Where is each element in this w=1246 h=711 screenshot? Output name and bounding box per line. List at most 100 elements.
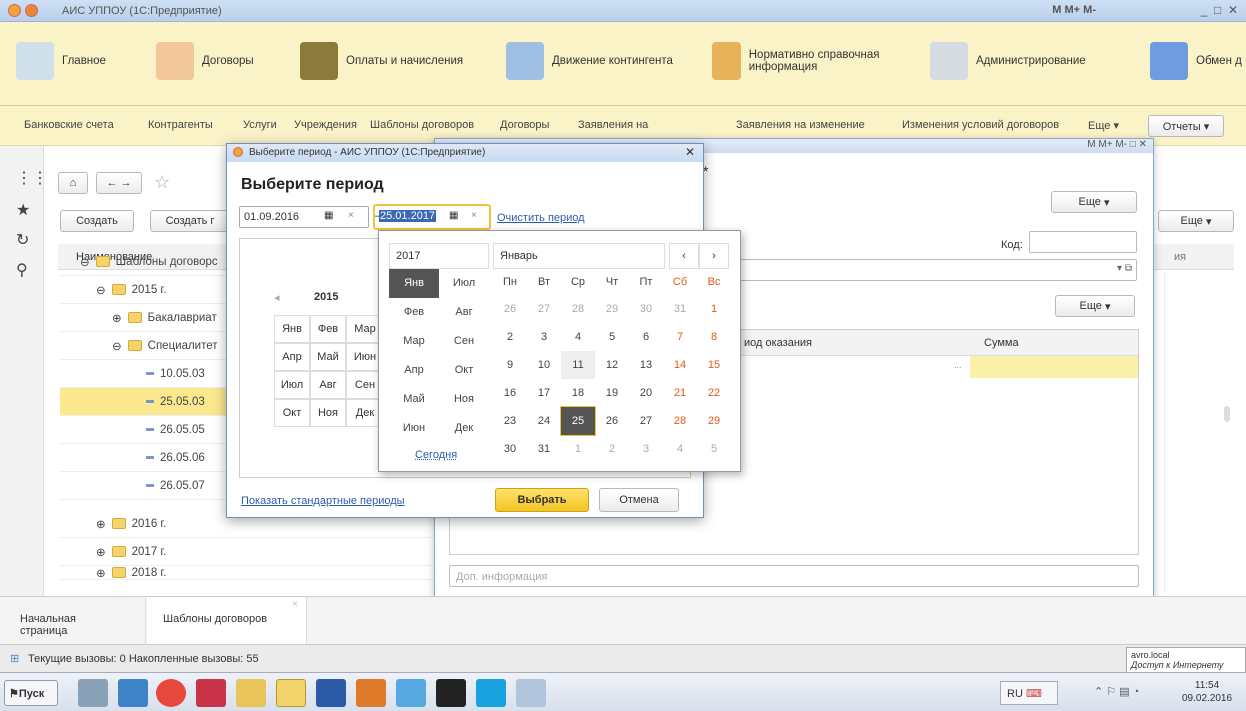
month-cell[interactable]: Апр [274, 343, 310, 371]
app-k-icon[interactable] [196, 679, 226, 707]
section-admin[interactable]: Администрирование [930, 36, 1086, 86]
clear-to-icon[interactable]: × [471, 210, 477, 221]
tab-contract-templates[interactable]: Шаблоны договоров × [147, 597, 307, 645]
select-ellipsis-button[interactable]: ... [954, 360, 962, 370]
create-from-button[interactable]: Создать г [150, 210, 230, 232]
month-cell[interactable]: Июл [274, 371, 310, 399]
calendar-month-cell[interactable]: Май [389, 385, 439, 414]
dialog-close-icon[interactable]: ✕ [685, 145, 695, 159]
day-cell[interactable]: 8 [697, 323, 731, 351]
day-cell[interactable]: 24 [527, 407, 561, 435]
create-button[interactable]: Создать [60, 210, 134, 232]
day-cell[interactable]: 22 [697, 379, 731, 407]
cmd-icon[interactable] [436, 679, 466, 707]
clear-period-link[interactable]: Очистить период [497, 212, 585, 224]
tree-row[interactable]: ⊕ 2017 г. [60, 538, 440, 566]
day-cell[interactable]: 3 [629, 435, 663, 463]
day-cell[interactable]: 5 [697, 435, 731, 463]
expand-icon[interactable]: ⊕ [96, 545, 106, 559]
calendar-month-cell[interactable]: Янв [389, 269, 439, 298]
tab-close-icon[interactable]: × [292, 599, 298, 610]
scrollbar-thumb[interactable] [1224, 406, 1230, 422]
section-contracts[interactable]: Договоры [156, 36, 254, 86]
day-cell[interactable]: 30 [493, 435, 527, 463]
day-cell[interactable]: 28 [561, 295, 595, 323]
network-app-icon[interactable] [78, 679, 108, 707]
section-movement[interactable]: Движение контингента [506, 36, 673, 86]
search-icon[interactable]: ⚲ [16, 260, 28, 280]
calendar-month-cell[interactable]: Сен [439, 327, 489, 356]
section-reference[interactable]: Нормативно справочная информация [712, 36, 902, 86]
nav-back-forward[interactable]: ← → [96, 172, 142, 194]
calendar-icon[interactable]: ▦ [324, 210, 333, 221]
today-link[interactable]: Сегодня [415, 449, 457, 461]
prev-month-button[interactable]: ‹ [669, 243, 699, 269]
day-cell[interactable]: 11 [561, 351, 595, 379]
explorer-icon[interactable] [236, 679, 266, 707]
tab-home[interactable]: Начальная страница [0, 597, 146, 644]
code-field[interactable] [1029, 231, 1137, 253]
1c-app-icon[interactable] [276, 679, 306, 707]
clear-from-icon[interactable]: × [348, 210, 354, 221]
day-cell[interactable]: 29 [697, 407, 731, 435]
day-cell[interactable]: 20 [629, 379, 663, 407]
day-cell[interactable]: 17 [527, 379, 561, 407]
day-cell[interactable]: 6 [629, 323, 663, 351]
day-cell[interactable]: 16 [493, 379, 527, 407]
memory-buttons[interactable]: M M+ M- [1052, 4, 1096, 16]
day-cell[interactable]: 18 [561, 379, 595, 407]
favorite-star-icon[interactable]: ☆ [154, 172, 170, 193]
more-button-right[interactable]: Еще ▾ [1158, 210, 1234, 232]
day-cell[interactable]: 15 [697, 351, 731, 379]
collapse-icon[interactable]: ⊖ [112, 339, 122, 353]
select-button[interactable]: Выбрать [495, 488, 589, 512]
day-cell[interactable]: 1 [697, 295, 731, 323]
contract-more-button[interactable]: Еще ▾ [1051, 191, 1137, 213]
month-cell[interactable]: Май [310, 343, 346, 371]
day-cell[interactable]: 2 [493, 323, 527, 351]
paint-icon[interactable] [516, 679, 546, 707]
calendar-month-cell[interactable]: Мар [389, 327, 439, 356]
calendar-month-cell[interactable]: Авг [439, 298, 489, 327]
calendar-month-cell[interactable]: Июл [439, 269, 489, 298]
powershell-icon[interactable] [118, 679, 148, 707]
calendar-icon[interactable]: ▦ [449, 210, 458, 221]
day-cell[interactable]: 31 [663, 295, 697, 323]
subnav-contract-templates[interactable]: Шаблоны договоров [370, 119, 474, 131]
month-selector[interactable]: Январь [493, 243, 665, 269]
skype-icon[interactable] [476, 679, 506, 707]
clock[interactable]: 11:54 09.02.2016 [1182, 679, 1232, 705]
history-icon[interactable]: ↻ [16, 230, 29, 250]
day-cell[interactable]: 2 [595, 435, 629, 463]
collapse-icon[interactable]: ⊖ [80, 255, 90, 269]
subnav-change-applications[interactable]: Заявления на изменение [736, 119, 865, 131]
month-cell[interactable]: Ноя [310, 399, 346, 427]
day-cell[interactable]: 26 [595, 407, 629, 435]
day-cell[interactable]: 28 [663, 407, 697, 435]
calendar-month-cell[interactable]: Дек [439, 414, 489, 443]
expand-icon[interactable]: ⊕ [96, 566, 106, 580]
start-button[interactable]: ⚑Пуск [4, 680, 58, 706]
window-controls[interactable]: _ □ ✕ [1201, 3, 1238, 17]
contract-field[interactable]: ▾ ⧉ [699, 259, 1137, 281]
year-selector[interactable]: 2017 [389, 243, 489, 269]
expand-icon[interactable]: ⊕ [96, 517, 106, 531]
menu-icon[interactable] [25, 4, 38, 17]
calendar-month-cell[interactable]: Июн [389, 414, 439, 443]
day-cell[interactable]: 19 [595, 379, 629, 407]
day-cell[interactable]: 26 [493, 295, 527, 323]
language-indicator[interactable]: RU ⌨ [1000, 681, 1058, 705]
month-cell[interactable]: Авг [310, 371, 346, 399]
day-cell[interactable]: 23 [493, 407, 527, 435]
section-main[interactable]: Главное [16, 36, 106, 86]
section-payments[interactable]: Оплаты и начисления [300, 36, 463, 86]
network-tool-icon[interactable] [396, 679, 426, 707]
standard-periods-link[interactable]: Показать стандартные периоды [241, 495, 405, 507]
day-cell[interactable]: 7 [663, 323, 697, 351]
subnav-contracts[interactable]: Договоры [500, 119, 549, 131]
prev-year-icon[interactable]: ◂ [274, 291, 280, 304]
expand-icon[interactable]: ⊕ [112, 311, 122, 325]
day-cell[interactable]: 4 [663, 435, 697, 463]
tree-row[interactable]: ⊕ 2018 г. [60, 566, 440, 580]
day-cell[interactable]: 14 [663, 351, 697, 379]
